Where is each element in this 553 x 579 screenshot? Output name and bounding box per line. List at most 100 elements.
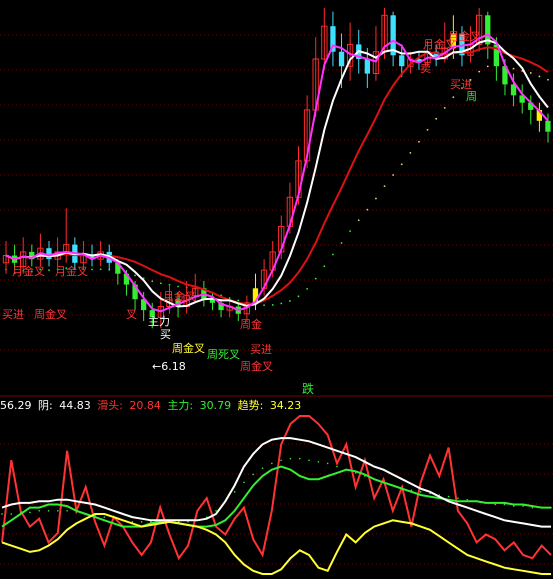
readout-value-main: 30.79 <box>199 399 232 412</box>
trend-dot <box>478 70 481 73</box>
readout-value-1: 56.29 <box>0 399 32 412</box>
annotation-label: 月金叉 <box>448 29 481 43</box>
annotation-label: ←6.18 <box>152 360 186 373</box>
annotation-label: 周金叉 <box>240 359 273 373</box>
indicator-dot <box>233 491 236 493</box>
indicator-dot <box>280 459 282 462</box>
trend-dot <box>134 274 136 277</box>
indicator-dot <box>10 513 13 515</box>
trend-dot <box>177 285 179 288</box>
indicator-dot <box>494 503 496 506</box>
trend-dot <box>159 282 162 285</box>
trend-dot <box>332 253 334 256</box>
indicator-readout: 56.29 阴: 44.83 滑头: 20.84 主力: 30.79 趋势: 3… <box>0 397 304 413</box>
indicator-dot <box>457 497 459 499</box>
trend-dot <box>323 265 326 268</box>
indicator-dot <box>29 511 31 514</box>
trend-dot <box>529 72 532 74</box>
trend-dot <box>383 185 386 188</box>
candle-body <box>545 120 551 132</box>
trend-dot <box>263 304 265 306</box>
trend-dot <box>297 295 300 298</box>
trend-dot <box>547 78 549 81</box>
trend-dot <box>91 268 93 271</box>
indicator-dot <box>336 465 338 468</box>
trend-dot <box>400 163 403 166</box>
annotation-label: 周金叉 <box>172 341 205 355</box>
trend-dot <box>289 300 291 302</box>
indicator-dot <box>289 457 292 460</box>
indicator-dot <box>66 510 68 512</box>
trend-dot <box>314 277 317 280</box>
trend-dot <box>48 269 50 272</box>
readout-value-hua: 20.84 <box>129 399 161 412</box>
annotation-label: 月金叉 <box>55 264 88 278</box>
trend-dot <box>306 287 309 290</box>
price-chart: 月金叉 月金叉买进 周金叉月金叉叉主力买周金叉 周死叉周金买进周金叉月金叉月金叉卖买进… <box>0 8 553 397</box>
trend-dot <box>237 299 240 302</box>
readout-label-yin: 阴: <box>38 399 57 412</box>
indicator-dot <box>1 513 3 515</box>
indicator-dot <box>47 510 50 512</box>
indicator-dot <box>38 510 41 512</box>
trend-dot <box>418 140 420 143</box>
annotation-label: 周金叉 <box>34 307 67 321</box>
candle-body <box>399 55 405 67</box>
annotation-label: 卖 <box>420 62 431 75</box>
indicator-dot <box>298 457 301 460</box>
trend-dot <box>340 242 343 244</box>
indicator-dot <box>466 498 469 501</box>
trend-dot <box>228 297 231 299</box>
annotation-label: 周金 <box>240 317 262 331</box>
trend-dot <box>538 75 541 78</box>
candle-body <box>338 51 345 67</box>
annotation-label: 月金叉 <box>163 289 196 303</box>
indicator-dot <box>317 461 320 463</box>
indicator-dot <box>243 481 245 484</box>
annotation-label: 月金叉 <box>12 264 45 278</box>
annotation-label: 周 <box>466 90 477 103</box>
trend-dot <box>409 151 412 154</box>
trend-dot <box>435 117 438 120</box>
trend-dot <box>486 65 489 68</box>
indicator-dot <box>252 473 255 476</box>
indicator-dot <box>140 521 143 523</box>
annotation-label: 买 <box>160 328 171 341</box>
indicator-chart <box>0 415 553 575</box>
down-marker: 跌 <box>302 382 315 396</box>
indicator-dot <box>326 462 329 465</box>
trend-dot <box>512 67 515 70</box>
indicator-line <box>1 513 551 575</box>
candle-body <box>46 248 52 260</box>
trend-dot <box>151 280 154 283</box>
trend-dot <box>443 106 446 109</box>
indicator-line <box>1 415 552 561</box>
indicator-dot <box>419 491 422 493</box>
indicator-dot <box>103 516 106 518</box>
trend-dot <box>452 96 455 99</box>
indicator-dot <box>447 495 450 498</box>
indicator-dot <box>215 510 217 512</box>
candle-body <box>364 59 370 74</box>
indicator-dot <box>261 467 264 469</box>
trend-dot <box>375 197 377 200</box>
indicator-dot <box>308 459 310 462</box>
readout-value-trend: 34.23 <box>269 399 302 412</box>
readout-label-hua: 滑头: <box>97 399 127 412</box>
annotation-label: 周死叉 <box>207 348 240 361</box>
trend-dot <box>99 268 102 271</box>
readout-label-main: 主力: <box>167 399 197 412</box>
trend-dot <box>280 302 283 305</box>
trend-dot <box>349 230 352 233</box>
trend-dot <box>366 208 369 211</box>
chart-stage: 月金叉 月金叉 买进 周金叉 月金叉叉主力买周金叉 周死叉 周金 买进 周金叉 月金叉 月金叉卖买进… <box>0 0 553 579</box>
annotation-label: 主力 <box>148 315 170 328</box>
trend-dot <box>357 219 360 222</box>
readout-label-trend: 趋势: <box>237 399 267 412</box>
readout-value-yin: 44.83 <box>59 399 91 412</box>
indicator-dot <box>57 510 59 512</box>
trend-dot <box>426 128 429 131</box>
indicator-dot <box>271 462 273 465</box>
trend-dot <box>392 174 395 176</box>
annotation-label: 买进 <box>250 343 272 356</box>
